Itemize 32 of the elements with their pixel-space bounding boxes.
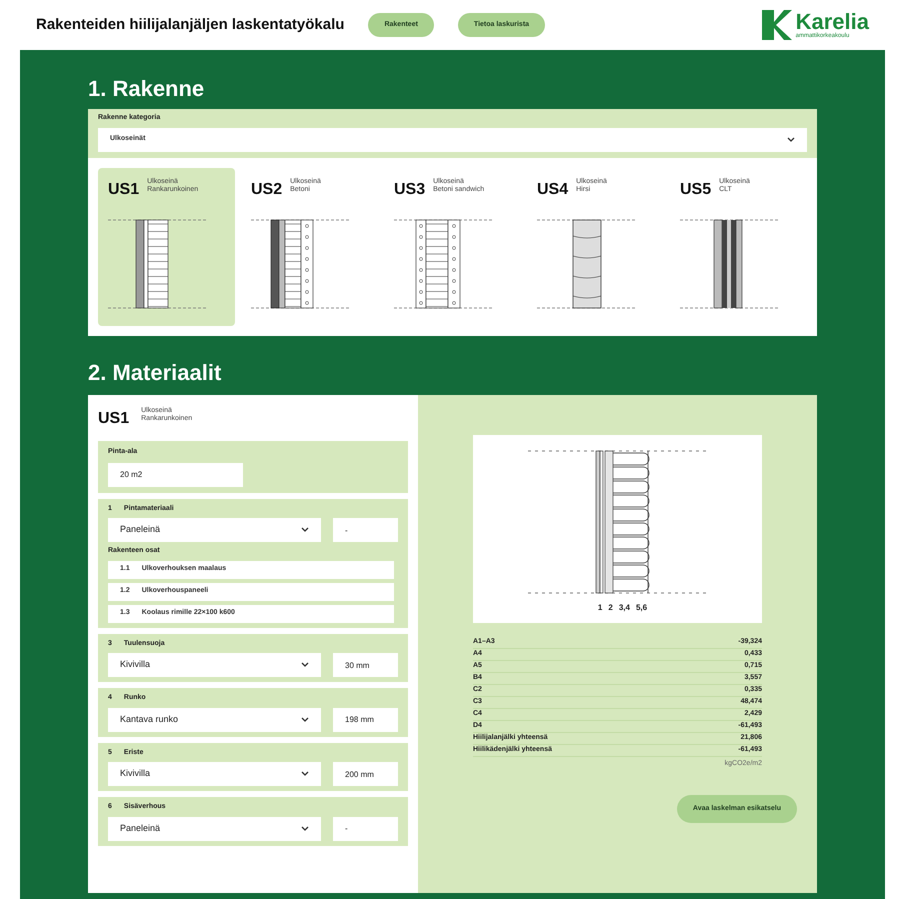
material-select[interactable]: Kivivilla	[108, 762, 321, 786]
section-heading: 2. Materiaalit	[88, 358, 222, 386]
material-select[interactable]: Paneleinä	[108, 518, 321, 542]
layer-label: 3,4	[618, 602, 630, 614]
structure-code: US1	[108, 180, 140, 200]
layer-label: 1	[598, 602, 602, 614]
logo-icon	[762, 10, 792, 40]
chevron-down-icon	[301, 527, 309, 533]
thickness-field[interactable]: -	[333, 816, 398, 840]
structure-code: US2	[251, 180, 282, 200]
logo-name: Karelia	[796, 11, 869, 33]
layer-label: 2	[608, 602, 613, 614]
area-field[interactable]: 20 m2	[108, 462, 243, 486]
chevron-down-icon	[787, 136, 795, 142]
section-heading: 1. Rakenne	[88, 75, 206, 103]
structure-code: US4	[537, 180, 568, 200]
chevron-down-icon	[301, 826, 309, 832]
chevron-down-icon	[301, 662, 309, 668]
material-select[interactable]: Paneleinä	[108, 816, 321, 840]
chevron-down-icon	[301, 771, 309, 777]
thickness-field[interactable]: -	[333, 518, 398, 542]
material-select[interactable]: Kivivilla	[108, 653, 321, 677]
structure-code: US3	[394, 180, 426, 200]
thickness-field[interactable]: 30 mm	[333, 653, 398, 677]
structure-code: US1	[98, 408, 130, 428]
layer-label: 5,6	[636, 602, 648, 614]
material-select[interactable]: Kantava runko	[108, 708, 321, 732]
app-title: Rakenteiden hiilijalanjäljen laskentatyökalu	[36, 14, 344, 35]
chevron-down-icon	[301, 716, 309, 722]
thickness-field[interactable]: 198 mm	[333, 708, 398, 732]
thickness-field[interactable]: 200 mm	[333, 762, 398, 786]
structure-code: US5	[680, 180, 712, 200]
